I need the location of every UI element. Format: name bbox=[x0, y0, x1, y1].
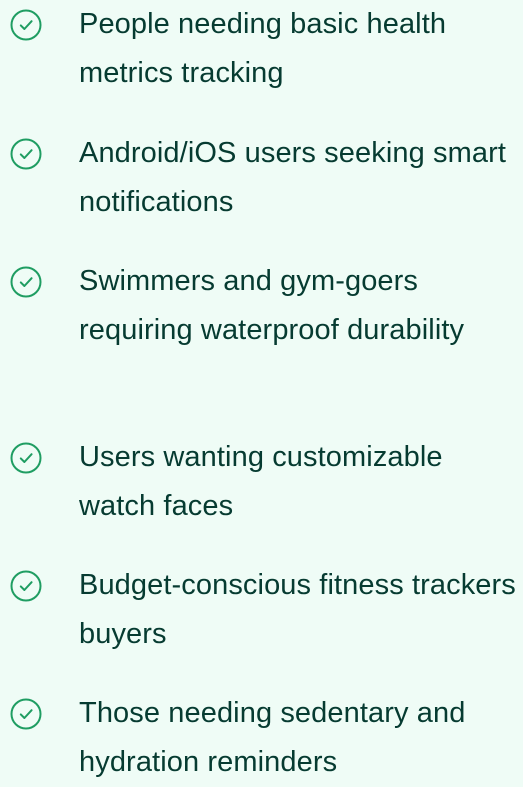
list-item-label: Swimmers and gym-goers requiring waterpr… bbox=[79, 265, 465, 346]
check-circle-icon bbox=[10, 138, 42, 170]
check-circle-icon bbox=[10, 266, 42, 298]
list-item-label: Budget-conscious fitness trackers buyers bbox=[79, 569, 516, 650]
check-circle-icon bbox=[10, 570, 42, 602]
list-item-label: Those needing sedentary and hydration re… bbox=[79, 697, 466, 778]
list-item-label: Users wanting customizable watch faces bbox=[79, 441, 443, 522]
check-circle-icon bbox=[10, 442, 42, 474]
list-item-label: People needing basic health metrics trac… bbox=[79, 8, 447, 89]
check-circle-icon bbox=[10, 698, 42, 730]
list-item-label: Android/iOS users seeking smart notifica… bbox=[79, 137, 506, 218]
check-circle-icon bbox=[10, 9, 42, 41]
